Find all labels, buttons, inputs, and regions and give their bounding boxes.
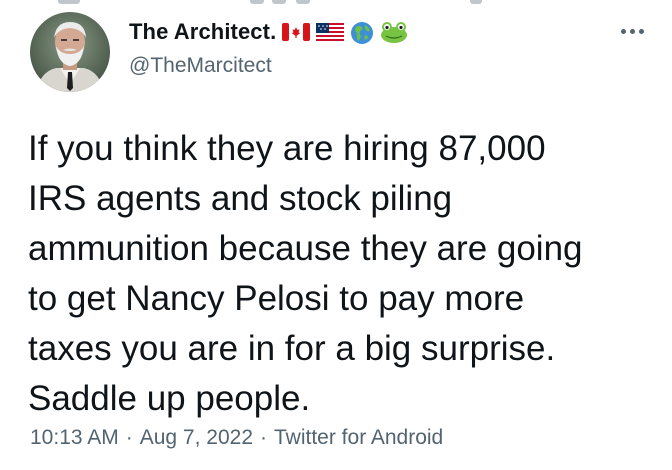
avatar[interactable] (30, 12, 110, 92)
tweet-time[interactable]: 10:13 AM (30, 426, 119, 449)
canada-flag-icon (282, 21, 311, 43)
tweet-text: If you think they are hiring 87,000 IRS … (28, 124, 663, 424)
username-handle[interactable]: @TheMarcitect (129, 54, 272, 78)
more-dot-icon (620, 28, 626, 34)
tweet-text-line: to get Nancy Pelosi to pay more (28, 279, 525, 318)
display-name[interactable]: The Architect. (129, 19, 276, 45)
tweet-text-line: IRS agents and stock piling (28, 179, 453, 218)
separator: · (125, 426, 133, 449)
tweet-text-line: taxes you are in for a big surprise. (28, 329, 556, 368)
globe-americas-icon (350, 21, 374, 44)
more-dot-icon (638, 28, 644, 34)
tweet-metadata: 10:13 AM · Aug 7, 2022 · Twitter for Android (30, 426, 443, 450)
name-row: The Architect. (129, 17, 408, 47)
tweet-date[interactable]: Aug 7, 2022 (140, 426, 253, 449)
tweet-source-link[interactable]: Twitter for Android (274, 426, 443, 449)
us-flag-icon (316, 21, 345, 43)
tweet-text-line: ammunition because they are going (28, 229, 583, 268)
tweet: The Architect. @TheMarcitect If you thin… (0, 0, 672, 470)
more-dot-icon (629, 28, 635, 34)
frog-icon (380, 21, 408, 43)
tweet-text-line: Saddle up people. (28, 379, 311, 418)
separator: · (260, 426, 267, 449)
tweet-text-line: If you think they are hiring 87,000 (28, 129, 546, 168)
more-options-button[interactable] (612, 20, 652, 42)
